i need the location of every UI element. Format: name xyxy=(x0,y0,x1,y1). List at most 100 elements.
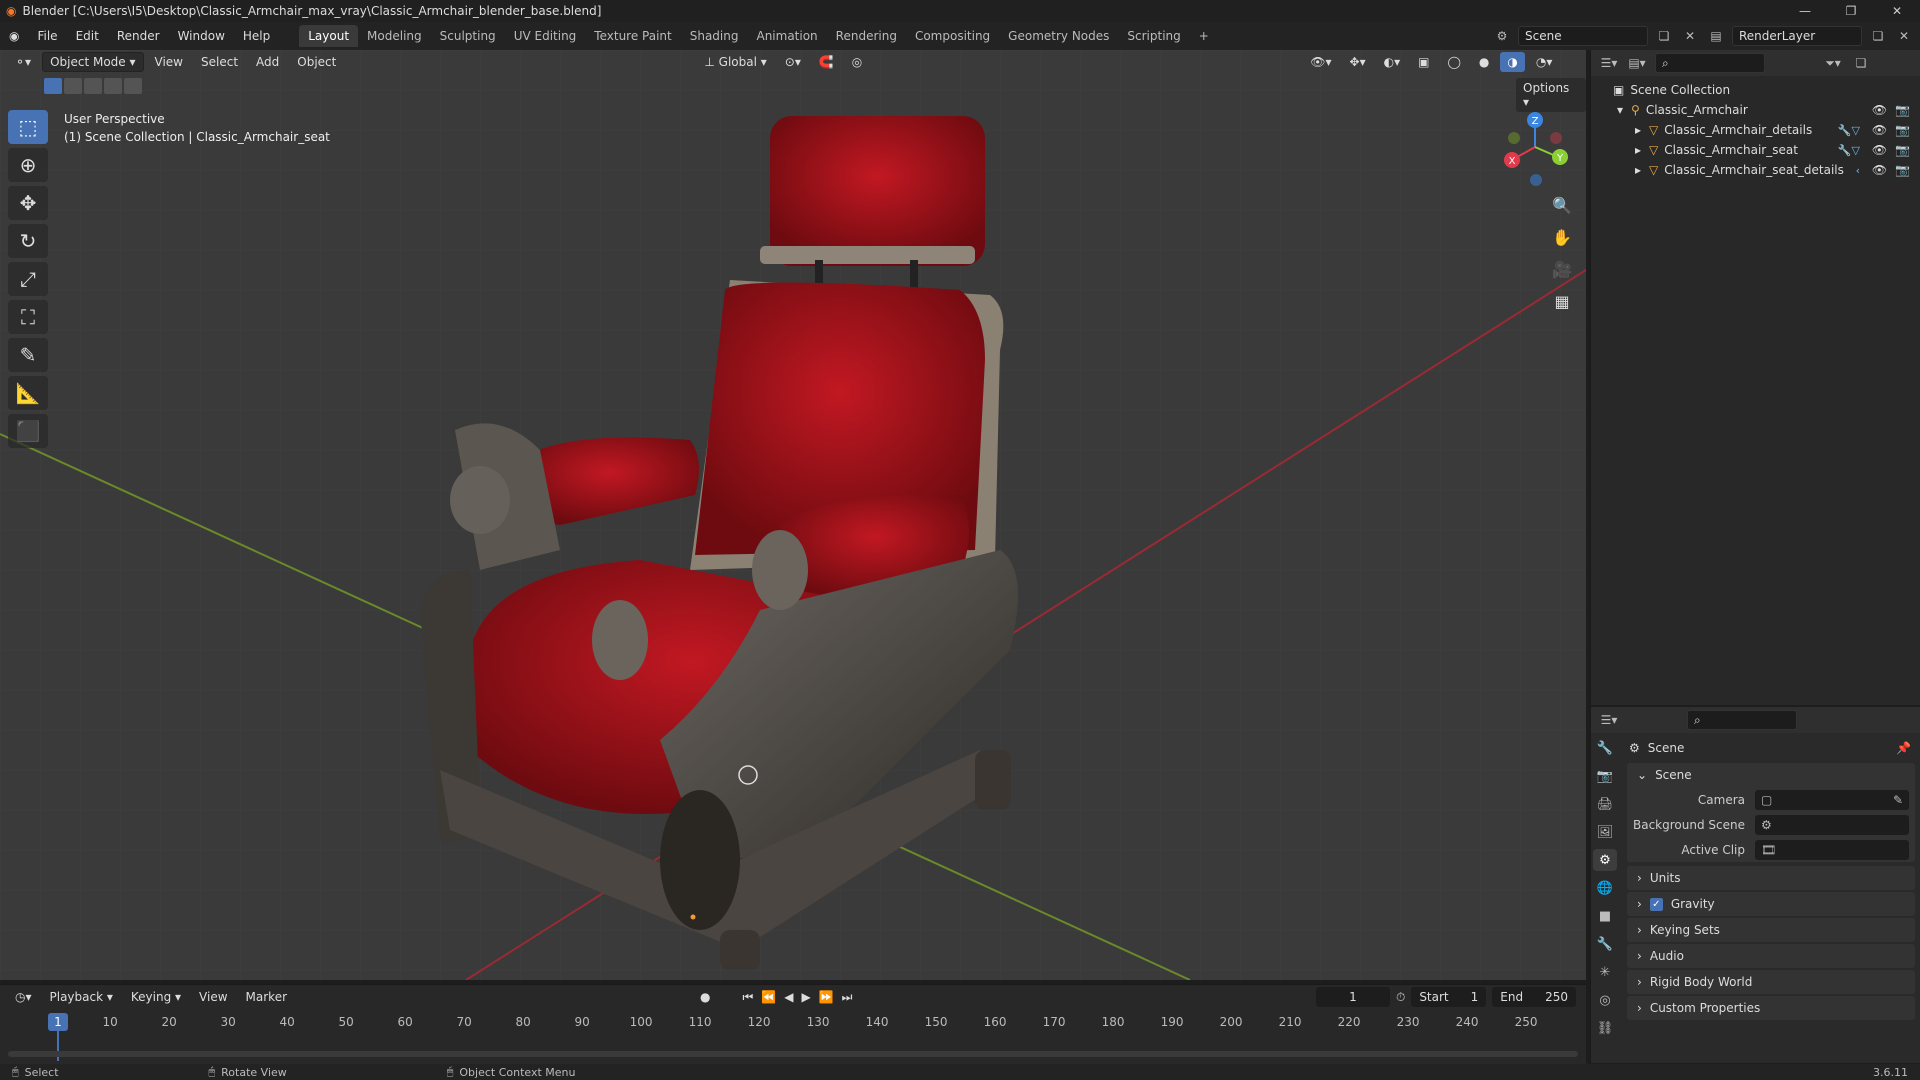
tab-shading[interactable]: Shading xyxy=(681,25,748,47)
rotate-tool-icon[interactable]: ↻ xyxy=(8,224,48,258)
modifier-icon[interactable]: ‹ xyxy=(1856,164,1860,177)
delete-layer-icon[interactable]: ✕ xyxy=(1894,26,1914,46)
add-workspace-button[interactable]: + xyxy=(1190,25,1218,47)
new-collection-icon[interactable]: ❏ xyxy=(1851,53,1871,73)
blender-menu-icon[interactable]: ◉ xyxy=(0,29,28,43)
outliner-editor-icon[interactable]: ☰▾ xyxy=(1599,53,1619,73)
camera-icon[interactable]: 📷 xyxy=(1895,123,1910,137)
background-scene-field[interactable]: ⚙ xyxy=(1755,814,1909,835)
select-subtract-icon[interactable] xyxy=(84,78,102,94)
tab-uv-editing[interactable]: UV Editing xyxy=(505,25,586,47)
tab-scripting[interactable]: Scripting xyxy=(1118,25,1189,47)
menu-playback[interactable]: Playback ▾ xyxy=(43,987,120,1007)
modifier-icon[interactable]: 🔧▽ xyxy=(1838,144,1860,157)
render-tab-icon[interactable]: 📷 xyxy=(1593,765,1617,787)
editor-type-icon[interactable]: ⚬▾ xyxy=(8,52,38,72)
menu-view[interactable]: View xyxy=(148,52,190,72)
filter-icon[interactable]: ⏷▾ xyxy=(1823,53,1843,73)
modifier-tab-icon[interactable]: 🔧 xyxy=(1593,933,1617,955)
shading-wireframe-icon[interactable]: ◯ xyxy=(1440,52,1467,72)
play-reverse-icon[interactable]: ◀ xyxy=(784,990,793,1004)
playhead[interactable]: 1 xyxy=(48,1013,68,1031)
xray-icon[interactable]: ▣ xyxy=(1411,52,1436,72)
end-frame-field[interactable]: End 250 xyxy=(1492,987,1576,1007)
select-invert-icon[interactable] xyxy=(104,78,122,94)
new-layer-icon[interactable]: ❏ xyxy=(1868,26,1888,46)
camera-icon[interactable]: 📷 xyxy=(1895,163,1910,177)
render-layer-field[interactable]: RenderLayer xyxy=(1732,26,1862,46)
tab-compositing[interactable]: Compositing xyxy=(906,25,999,47)
eye-icon[interactable]: 👁 xyxy=(1872,123,1887,137)
object-tab-icon[interactable]: ■ xyxy=(1593,905,1617,927)
maximize-button[interactable]: ❐ xyxy=(1828,0,1874,22)
timeline-editor-icon[interactable]: ◷▾ xyxy=(8,987,39,1007)
shading-rendered-icon[interactable]: ◔▾ xyxy=(1529,52,1560,72)
new-scene-icon[interactable]: ❏ xyxy=(1654,26,1674,46)
panel-rigid-body-world[interactable]: › Rigid Body World xyxy=(1627,970,1915,994)
menu-window[interactable]: Window xyxy=(169,29,234,43)
panel-scene-header[interactable]: ⌄ Scene xyxy=(1627,763,1915,787)
menu-view-timeline[interactable]: View xyxy=(192,987,234,1007)
panel-gravity[interactable]: › ✓ Gravity xyxy=(1627,892,1915,916)
prev-keyframe-icon[interactable]: ⏪ xyxy=(761,990,776,1004)
record-icon[interactable]: ● xyxy=(700,990,710,1004)
delete-scene-icon[interactable]: ✕ xyxy=(1680,26,1700,46)
ortho-grid-icon[interactable]: ▦ xyxy=(1548,288,1576,314)
menu-marker[interactable]: Marker xyxy=(239,987,294,1007)
particles-tab-icon[interactable]: ✳ xyxy=(1593,961,1617,983)
outliner-collection-classic-armchair[interactable]: ▾ ⚲ Classic_Armchair 👁 📷 xyxy=(1591,100,1920,120)
eye-icon[interactable]: 👁 xyxy=(1872,163,1887,177)
3d-viewport[interactable]: Z X Y ⚬▾ Object Mode ▾ View Select Add O… xyxy=(0,50,1586,980)
scale-tool-icon[interactable]: ⤢ xyxy=(8,262,48,296)
outliner-search-input[interactable]: ⌕ xyxy=(1655,53,1765,73)
transform-orientation[interactable]: ⊥ Global ▾ xyxy=(697,52,773,72)
stopwatch-icon[interactable]: ⏱ xyxy=(1396,990,1405,1005)
visibility-icon[interactable]: 👁▾ xyxy=(1303,52,1338,72)
annotate-tool-icon[interactable]: ✎ xyxy=(8,338,48,372)
active-clip-field[interactable]: 🎞 xyxy=(1755,839,1909,860)
tab-rendering[interactable]: Rendering xyxy=(827,25,906,47)
select-box-tool-icon[interactable]: ⬚ xyxy=(8,110,48,144)
snap-icon[interactable]: 🧲 xyxy=(812,52,841,72)
panel-units[interactable]: › Units xyxy=(1627,866,1915,890)
modifier-icon[interactable]: 🔧▽ xyxy=(1838,124,1860,137)
camera-icon[interactable]: 📷 xyxy=(1895,103,1910,117)
minimize-button[interactable]: — xyxy=(1782,0,1828,22)
jump-start-icon[interactable]: ⏮ xyxy=(742,990,753,1005)
cursor-tool-icon[interactable]: ⊕ xyxy=(8,148,48,182)
menu-keying[interactable]: Keying ▾ xyxy=(124,987,188,1007)
gravity-checkbox[interactable]: ✓ xyxy=(1649,897,1663,911)
play-icon[interactable]: ▶ xyxy=(801,990,810,1004)
tab-animation[interactable]: Animation xyxy=(747,25,826,47)
select-intersect-icon[interactable] xyxy=(124,78,142,94)
options-dropdown[interactable]: Options ▾ xyxy=(1516,78,1586,112)
scene-field[interactable]: Scene xyxy=(1518,26,1648,46)
physics-tab-icon[interactable]: ◎ xyxy=(1593,989,1617,1011)
constraints-tab-icon[interactable]: ⛓ xyxy=(1593,1017,1617,1039)
tab-geometry-nodes[interactable]: Geometry Nodes xyxy=(999,25,1118,47)
properties-editor-icon[interactable]: ☰▾ xyxy=(1599,710,1619,730)
start-frame-field[interactable]: Start 1 xyxy=(1411,987,1487,1007)
measure-tool-icon[interactable]: 📐 xyxy=(8,376,48,410)
select-new-icon[interactable] xyxy=(44,78,62,94)
timeline-scrollbar[interactable] xyxy=(8,1051,1578,1057)
add-cube-tool-icon[interactable]: ⬛ xyxy=(8,414,48,448)
camera-icon[interactable]: 📷 xyxy=(1895,143,1910,157)
menu-render[interactable]: Render xyxy=(108,29,169,43)
close-button[interactable]: ✕ xyxy=(1874,0,1920,22)
timeline-ruler[interactable]: 10 20 30 40 50 60 70 80 90 100 110 120 130 140 150 160 1… xyxy=(0,1013,1586,1033)
menu-help[interactable]: Help xyxy=(234,29,279,43)
menu-file[interactable]: File xyxy=(28,29,66,43)
eye-icon[interactable]: 👁 xyxy=(1872,103,1887,117)
shading-material-icon[interactable]: ◑ xyxy=(1500,52,1525,72)
panel-audio[interactable]: › Audio xyxy=(1627,944,1915,968)
current-frame-field[interactable]: 1 xyxy=(1315,987,1390,1007)
select-extend-icon[interactable] xyxy=(64,78,82,94)
proportional-edit-icon[interactable]: ◎ xyxy=(845,52,869,72)
view-layer-tab-icon[interactable]: 🖼 xyxy=(1593,821,1617,843)
pin-icon[interactable]: 📌 xyxy=(1896,741,1911,755)
gizmo-toggle-icon[interactable]: ✥▾ xyxy=(1343,52,1373,72)
next-keyframe-icon[interactable]: ⏩ xyxy=(819,990,834,1004)
zoom-icon[interactable]: 🔍 xyxy=(1548,192,1576,218)
outliner-scene-collection[interactable]: ▣ Scene Collection xyxy=(1591,80,1920,100)
